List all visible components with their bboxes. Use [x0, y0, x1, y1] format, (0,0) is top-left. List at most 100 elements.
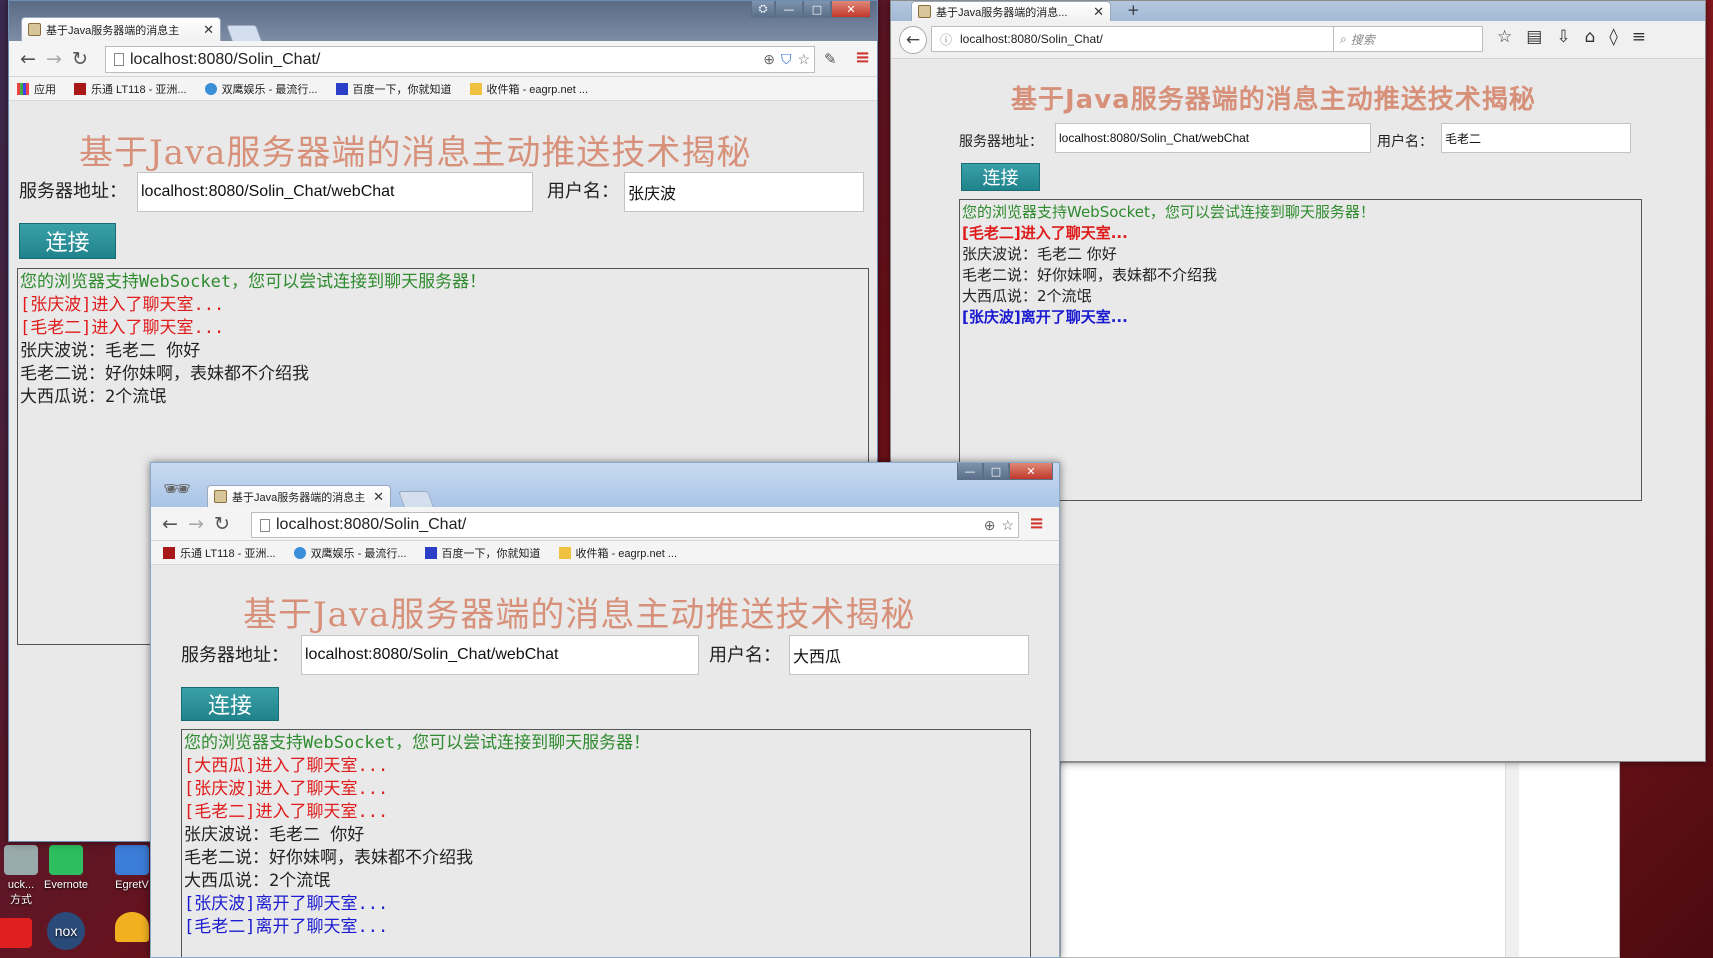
connect-button[interactable]: 连接 — [181, 687, 279, 721]
star-icon[interactable]: ☆ — [1497, 27, 1512, 47]
letou-icon — [74, 82, 86, 95]
minimize-button[interactable]: — — [957, 463, 983, 480]
new-tab-button[interactable] — [398, 491, 434, 507]
bookmark-baidu[interactable]: 百度一下，你就知道 — [424, 545, 541, 561]
chat-message-chat: 毛老二说：好你妹啊，表妹都不介绍我 — [962, 266, 1218, 284]
address-bar-actions: ⊕ ☆ — [984, 513, 1014, 537]
chat-message-sys: 您的浏览器支持WebSocket，您可以尝试连接到聊天服务器！ — [962, 203, 1375, 221]
page-icon — [114, 53, 124, 66]
back-icon[interactable]: ← — [899, 25, 927, 54]
url-text: localhost:8080/Solin_Chat/ — [276, 516, 467, 533]
username-input[interactable]: 张庆波 — [624, 172, 864, 212]
menu-icon[interactable]: ≡ — [1632, 27, 1646, 47]
star-icon[interactable]: ☆ — [797, 51, 810, 68]
back-icon[interactable]: ← — [157, 513, 183, 535]
username-label: 用户名： — [1377, 134, 1433, 150]
tab-close-icon[interactable]: ✕ — [197, 22, 214, 38]
browser-tab[interactable]: 基于Java服务器端的消息主 ✕ — [21, 17, 221, 41]
server-address-input[interactable]: localhost:8080/Solin_Chat/webChat — [1055, 123, 1371, 153]
chat-message-join: [大西瓜]进入了聊天室... — [184, 756, 389, 776]
bookmark-inbox[interactable]: 收件箱 - eagrp.net ... — [558, 545, 677, 561]
url-text: localhost:8080/Solin_Chat/ — [130, 50, 321, 68]
address-bar[interactable]: localhost:8080/Solin_Chat/ ⊕ ☆ — [251, 512, 1019, 538]
star-icon[interactable]: ☆ — [1001, 517, 1014, 534]
close-button[interactable]: ✕ — [1009, 463, 1053, 480]
server-address-label: 服务器地址： — [959, 134, 1043, 150]
minimize-button[interactable]: — — [775, 1, 803, 18]
baidu-icon — [335, 82, 348, 95]
maximize-button[interactable]: □ — [803, 1, 831, 18]
zoom-icon[interactable]: ⊕ — [763, 51, 775, 68]
home-icon[interactable]: ⌂ — [1585, 27, 1596, 47]
page-content: 基于Java服务器端的消息主动推送技术揭秘 服务器地址： localhost:8… — [151, 565, 1059, 957]
address-bar[interactable]: localhost:8080/Solin_Chat/ ⊕ ⛉ ☆ — [105, 46, 815, 73]
bookmark-inbox[interactable]: 收件箱 - eagrp.net ... — [469, 81, 588, 97]
desktop-icon-evernote[interactable]: Evernote — [31, 845, 101, 891]
firefox-toolbar-icons: ☆ ▤ ⇩ ⌂ ◊ ≡ — [1497, 27, 1646, 47]
menu-icon[interactable]: ≡ — [855, 47, 870, 68]
reload-icon[interactable]: ↻ — [67, 48, 93, 70]
baidu-icon — [424, 546, 437, 559]
incognito-icon: 🕶 — [163, 477, 191, 502]
user-icon[interactable]: ⛭ — [751, 1, 775, 18]
bookmark-letou[interactable]: 乐通 LT118 - 亚洲... — [163, 545, 276, 561]
server-address-input[interactable]: localhost:8080/Solin_Chat/webChat — [301, 635, 699, 675]
download-icon[interactable]: ⇩ — [1556, 27, 1570, 47]
reload-icon[interactable]: ↻ — [209, 513, 235, 535]
back-icon[interactable]: ← — [15, 48, 41, 70]
bookmark-letou[interactable]: 乐通 LT118 - 亚洲... — [74, 81, 187, 97]
connect-button[interactable]: 连接 — [961, 163, 1040, 191]
chat-message-sys: 您的浏览器支持WebSocket，您可以尝试连接到聊天服务器！ — [184, 733, 651, 753]
forward-icon[interactable]: → — [183, 513, 209, 535]
tab-close-icon[interactable]: ✕ — [1087, 4, 1104, 20]
chat-message-chat: 大西瓜说：2个流氓 — [184, 871, 331, 891]
chat-message-chat: 张庆波说：毛老二 你好 — [184, 825, 365, 845]
desktop-icon-nox[interactable]: nox — [31, 912, 101, 954]
bookmark-apps[interactable]: 应用 — [17, 81, 56, 97]
server-address-label: 服务器地址： — [181, 645, 289, 666]
bookmark-label: 双鹰娱乐 - 最流行... — [310, 547, 407, 560]
vertical-scrollbar[interactable] — [1505, 763, 1519, 957]
browser-tab[interactable]: 基于Java服务器端的消息... ✕ — [911, 1, 1111, 21]
bookmark-label: 百度一下，你就知道 — [352, 83, 452, 96]
title-bar: 基于Java服务器端的消息主 ✕ ⛭ — □ ✕ — [9, 1, 877, 41]
page-icon — [260, 518, 270, 532]
chat-message-chat: 毛老二说：好你妹啊，表妹都不介绍我 — [184, 848, 473, 868]
chat-message-join: [毛老二]进入了聊天室... — [184, 802, 389, 822]
new-tab-button[interactable] — [226, 25, 262, 41]
chat-message-sys: 您的浏览器支持WebSocket，您可以尝试连接到聊天服务器！ — [20, 272, 487, 292]
username-input[interactable]: 毛老二 — [1441, 123, 1631, 153]
new-tab-icon[interactable]: + — [1127, 1, 1140, 19]
search-placeholder: 搜索 — [1350, 32, 1375, 47]
bookmark-shuangying[interactable]: 双鹰娱乐 - 最流行... — [293, 545, 407, 561]
reading-list-icon[interactable]: ▤ — [1526, 27, 1542, 47]
info-icon[interactable]: ⓘ — [940, 31, 952, 48]
zoom-icon[interactable]: ⊕ — [984, 517, 996, 534]
shield-icon[interactable]: ⛉ — [781, 51, 792, 68]
menu-icon[interactable]: ≡ — [1029, 513, 1044, 534]
chat-message-chat: 毛老二说：好你妹啊，表妹都不介绍我 — [20, 364, 309, 384]
server-address-input[interactable]: localhost:8080/Solin_Chat/webChat — [137, 172, 533, 212]
close-button[interactable]: ✕ — [831, 1, 871, 18]
username-label: 用户名： — [547, 181, 619, 202]
evernote-extension-icon[interactable]: ✎ — [824, 50, 837, 68]
maximize-button[interactable]: □ — [983, 463, 1009, 480]
egret-icon — [115, 845, 149, 875]
chat-message-chat: 张庆波说：毛老二 你好 — [962, 245, 1117, 263]
page-favicon — [28, 23, 41, 36]
username-input[interactable]: 大西瓜 — [789, 635, 1029, 675]
page-title: 基于Java服务器端的消息主动推送技术揭秘 — [1011, 85, 1536, 115]
search-box[interactable]: ⌕ 搜索 — [1333, 26, 1483, 52]
page-favicon — [918, 5, 931, 18]
pocket-icon[interactable]: ◊ — [1609, 27, 1617, 47]
bookmark-shuangying[interactable]: 双鹰娱乐 - 最流行... — [204, 81, 318, 97]
tab-title: 基于Java服务器端的消息主 — [232, 491, 366, 504]
address-bar[interactable]: ⓘ localhost:8080/Solin_Chat/ ↻ — [931, 26, 1363, 52]
connect-button[interactable]: 连接 — [19, 223, 116, 259]
tab-close-icon[interactable]: ✕ — [367, 489, 384, 505]
url-text: localhost:8080/Solin_Chat/ — [960, 32, 1103, 46]
browser-tab[interactable]: 基于Java服务器端的消息主 ✕ — [207, 485, 391, 507]
forward-icon[interactable]: → — [41, 48, 67, 70]
bookmark-baidu[interactable]: 百度一下，你就知道 — [335, 81, 452, 97]
page-title: 基于Java服务器端的消息主动推送技术揭秘 — [243, 595, 916, 635]
